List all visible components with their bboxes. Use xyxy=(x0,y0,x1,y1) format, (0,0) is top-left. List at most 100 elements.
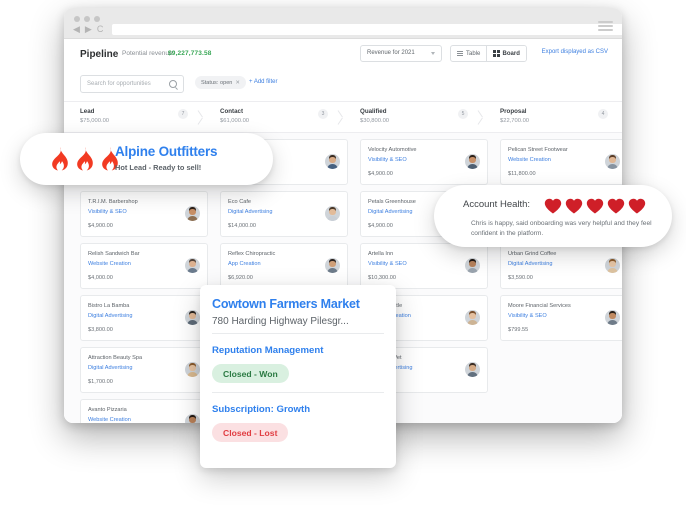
screenshot-root: ◀ ▶ C Pipeline Potential revenue: $9,227… xyxy=(0,0,686,505)
opportunity-card[interactable]: Velocity Automotive Visibility & SEO $4,90… xyxy=(360,139,488,185)
window-maximize-dot[interactable] xyxy=(94,16,100,22)
card-value: $4,900.00 xyxy=(88,223,113,229)
account-health-overlay: Account Health: Chris is happy, said onb… xyxy=(434,185,672,247)
opportunity-card[interactable]: Bistro La Bamba Digital Advertising $3,800… xyxy=(80,295,208,341)
stage-name: Contact xyxy=(220,108,244,115)
list-icon xyxy=(457,50,463,57)
search-placeholder: Search for opportunities xyxy=(87,81,151,87)
card-service: Website Creation xyxy=(88,417,131,423)
card-service: Website Creation xyxy=(88,261,131,267)
heart-icon xyxy=(607,198,625,214)
card-service: Visibility & SEO xyxy=(88,209,127,215)
card-value: $14,000.00 xyxy=(228,223,256,229)
filter-chip-label: Status: open xyxy=(201,79,233,86)
filter-chip-status[interactable]: Status: open ✕ xyxy=(195,76,247,89)
card-service: Digital Advertising xyxy=(88,365,133,371)
status-badge-won: Closed - Won xyxy=(212,364,289,383)
card-service: Visibility & SEO xyxy=(508,313,547,319)
stage-count-badge: 4 xyxy=(598,109,608,119)
tab-table-label: Table xyxy=(466,50,481,57)
card-company: T.R.I.M. Barbershop xyxy=(88,199,138,205)
chevron-down-icon xyxy=(431,52,435,55)
heart-icon xyxy=(586,198,604,214)
avatar xyxy=(605,258,620,273)
card-company: Velocity Automotive xyxy=(368,147,417,153)
avatar xyxy=(185,362,200,377)
url-bar[interactable] xyxy=(112,24,622,35)
stage-header-qualified[interactable]: Qualified $30,800.00 5 xyxy=(350,102,490,132)
card-company: Reflex Chiropractic xyxy=(228,251,276,257)
opportunity-card[interactable]: Artella Inn Visibility & SEO $10,300.00 xyxy=(360,243,488,289)
card-company: Relish Sandwich Bar xyxy=(88,251,140,257)
opportunity-card[interactable]: Moore Financial Services Visibility & SEO… xyxy=(500,295,622,341)
add-filter-button[interactable]: + Add filter xyxy=(249,79,278,85)
avatar xyxy=(605,310,620,325)
flame-rating xyxy=(49,147,121,176)
stage-amount: $75,000.00 xyxy=(80,118,110,124)
stage-count-badge: 3 xyxy=(318,109,328,119)
date-range-select[interactable]: Revenue for 2021 xyxy=(360,45,442,62)
window-close-dot[interactable] xyxy=(74,16,80,22)
search-input[interactable]: Search for opportunities xyxy=(80,75,184,93)
stage-chevron-icon xyxy=(476,102,488,132)
avatar xyxy=(185,258,200,273)
filter-bar: Search for opportunities Status: open ✕ … xyxy=(64,73,622,101)
flame-icon xyxy=(52,147,68,171)
avatar xyxy=(465,362,480,377)
card-value: $10,300.00 xyxy=(368,275,396,281)
opportunity-card[interactable]: Avanto PizzariaWebsite Creation$500.00 xyxy=(80,399,208,423)
card-value: $11,800.00 xyxy=(508,171,536,177)
status-badge-lost: Closed - Lost xyxy=(212,423,289,442)
avatar xyxy=(185,414,200,423)
heart-icon xyxy=(607,198,625,219)
window-controls[interactable] xyxy=(74,16,100,22)
card-value: $4,900.00 xyxy=(368,171,393,177)
card-service: Digital Advertising xyxy=(228,209,273,215)
heart-icon xyxy=(628,198,646,214)
deal-two-name[interactable]: Subscription: Growth xyxy=(212,404,310,415)
date-range-value: Revenue for 2021 xyxy=(367,50,415,56)
stage-header-contact[interactable]: Contact $61,000.00 3 xyxy=(210,102,350,132)
card-value: $4,000.00 xyxy=(88,275,113,281)
opportunity-card[interactable]: Relish Sandwich Bar Website Creation $4,00… xyxy=(80,243,208,289)
card-company: Attraction Beauty Spa xyxy=(88,355,143,361)
window-minimize-dot[interactable] xyxy=(84,16,90,22)
opportunity-card[interactable]: T.R.I.M. Barbershop Visibility & SEO $4,90… xyxy=(80,191,208,237)
stage-header-lead[interactable]: Lead $75,000.00 7 xyxy=(70,102,210,132)
card-service: App Creation xyxy=(228,261,261,267)
tab-table[interactable]: Table xyxy=(451,46,486,61)
page-title: Pipeline xyxy=(80,49,119,60)
reload-icon[interactable]: C xyxy=(97,25,104,34)
stage-header-proposal[interactable]: Proposal $22,700.00 4 xyxy=(490,102,622,132)
browser-nav: ◀ ▶ C xyxy=(73,25,103,34)
card-value: $799.55 xyxy=(508,327,529,333)
forward-icon[interactable]: ▶ xyxy=(85,25,92,34)
heart-icon xyxy=(544,198,562,219)
export-csv-link[interactable]: Export displayed as CSV xyxy=(542,49,608,55)
back-icon[interactable]: ◀ xyxy=(73,25,80,34)
avatar xyxy=(325,206,340,221)
opportunity-card[interactable]: Urban Grind Coffee Digital Advertising $3,… xyxy=(500,243,622,289)
opportunity-card[interactable]: Pelican Street Footwear Website Creation $… xyxy=(500,139,622,185)
hamburger-menu-icon[interactable] xyxy=(598,21,613,31)
stage-name: Qualified xyxy=(360,108,387,115)
avatar xyxy=(185,206,200,221)
tab-board-label: Board xyxy=(502,50,520,57)
card-value: $1,700.00 xyxy=(88,379,113,385)
pipeline-stage-header: Lead $75,000.00 7 Contact $61,000.00 3 Qualifi… xyxy=(64,101,622,133)
card-company: Avanto Pizzaria xyxy=(88,407,127,413)
card-service: Digital Advertising xyxy=(88,313,133,319)
hot-lead-name: Alpine Outfitters xyxy=(115,144,218,159)
heart-icon xyxy=(565,198,583,214)
opportunity-card[interactable]: Reflex Chiropractic App Creation $6,920.00 xyxy=(220,243,348,289)
tab-board[interactable]: Board xyxy=(486,46,526,61)
stage-name: Lead xyxy=(80,108,95,115)
card-value: $3,590.00 xyxy=(508,275,533,281)
stage-chevron-icon xyxy=(336,102,348,132)
opportunity-card[interactable]: Attraction Beauty Spa Digital Advertising… xyxy=(80,347,208,393)
view-toggle[interactable]: Table Board xyxy=(450,45,527,62)
deal-one-name[interactable]: Reputation Management xyxy=(212,345,323,356)
stage-amount: $22,700.00 xyxy=(500,118,530,124)
opportunity-card[interactable]: Eco Cafe Digital Advertising $14,000.00 xyxy=(220,191,348,237)
close-icon[interactable]: ✕ xyxy=(235,80,240,86)
